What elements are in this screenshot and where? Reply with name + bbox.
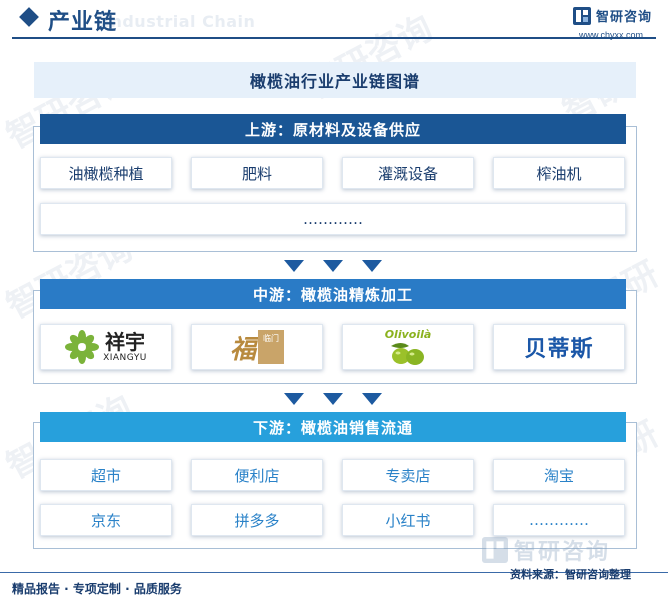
watermark-logo-icon bbox=[482, 537, 508, 563]
header-subtitle: Industrial Chain bbox=[104, 12, 256, 31]
betis-logo: 贝蒂斯 bbox=[493, 324, 625, 370]
downstream-item: 淘宝 bbox=[493, 459, 625, 491]
diagram-title: 橄榄油行业产业链图谱 bbox=[249, 72, 420, 91]
header-divider bbox=[12, 37, 656, 39]
down-arrow-icon bbox=[323, 393, 343, 405]
header-title: 产业链 bbox=[48, 10, 118, 35]
brand-name: 智研咨询 bbox=[596, 10, 653, 25]
footer-tagline: 精品报告 · 专项定制 · 品质服务 bbox=[12, 582, 182, 596]
brand-url[interactable]: www.chyxx.com bbox=[579, 30, 643, 40]
diagram-title-bar: 橄榄油行业产业链图谱 bbox=[34, 62, 636, 98]
downstream-item: 专卖店 bbox=[342, 459, 474, 491]
xiangyu-logo: 祥宇 XIANGYU bbox=[40, 324, 172, 370]
fulinmen-sub: 临门 bbox=[263, 334, 279, 343]
footer-watermark: 智研咨询 bbox=[482, 534, 610, 566]
xiangyu-emblem-icon bbox=[65, 330, 100, 364]
olivoila-logo: Olivoilà bbox=[342, 324, 474, 370]
header-diamond-icon bbox=[19, 7, 39, 27]
downstream-item: 拼多多 bbox=[191, 504, 323, 536]
downstream-item: 超市 bbox=[40, 459, 172, 491]
fulinmen-logo: 福 临门 bbox=[191, 324, 323, 370]
fulinmen-fu: 福 bbox=[229, 334, 256, 365]
footer-source: 资料来源：智研咨询整理 bbox=[510, 568, 631, 581]
brand-logo[interactable]: 智研咨询 bbox=[573, 6, 652, 25]
xiangyu-cn: 祥宇 bbox=[104, 329, 145, 354]
upstream-ellipsis: ………… bbox=[40, 203, 626, 235]
downstream-item: 便利店 bbox=[191, 459, 323, 491]
xiangyu-wordmark: 祥宇 XIANGYU bbox=[103, 332, 147, 363]
down-arrow-icon bbox=[362, 260, 382, 272]
down-arrow-icon bbox=[323, 260, 343, 272]
upstream-item: 灌溉设备 bbox=[342, 157, 474, 189]
downstream-item: 小红书 bbox=[342, 504, 474, 536]
fulinmen-panel: 临门 bbox=[258, 330, 284, 364]
betis-wordmark: 贝蒂斯 bbox=[524, 337, 594, 362]
downstream-heading: 下游：橄榄油销售流通 bbox=[40, 412, 626, 442]
upstream-heading: 上游：原材料及设备供应 bbox=[40, 114, 626, 144]
brand-icon bbox=[573, 6, 591, 25]
down-arrow-icon bbox=[362, 393, 382, 405]
xiangyu-en: XIANGYU bbox=[103, 352, 147, 363]
downstream-item: ………… bbox=[493, 504, 625, 536]
upstream-item: 榨油机 bbox=[493, 157, 625, 189]
footer-watermark-text: 智研咨询 bbox=[514, 540, 611, 565]
olive-fruit-icon bbox=[391, 342, 424, 365]
down-arrow-icon bbox=[284, 393, 304, 405]
downstream-item: 京东 bbox=[40, 504, 172, 536]
down-arrow-icon bbox=[284, 260, 304, 272]
midstream-heading: 中游：橄榄油精炼加工 bbox=[40, 279, 626, 309]
upstream-item: 肥料 bbox=[191, 157, 323, 189]
olivoila-wordmark: Olivoilà bbox=[384, 327, 432, 341]
upstream-item: 油橄榄种植 bbox=[40, 157, 172, 189]
